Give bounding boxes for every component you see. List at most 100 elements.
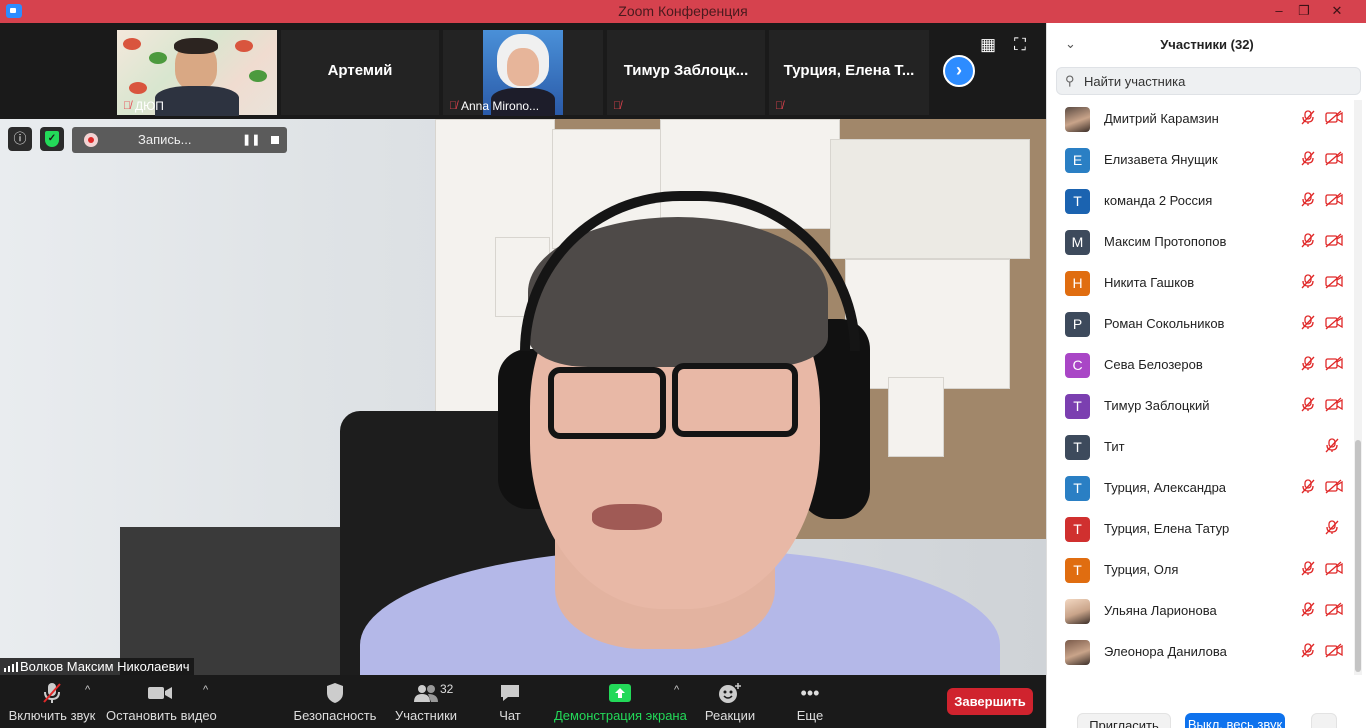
recording-bar: Запись... ❚❚ [72,127,287,153]
next-page-icon[interactable]: › [943,55,975,87]
speaker-name-label: Волков Максим Николаевич [0,658,194,675]
video-off-icon [1325,192,1343,210]
video-camera-icon [106,682,214,704]
thumbnail-caption: Anna Mirono... [461,99,540,113]
avatar: Р [1065,312,1090,337]
participant-row[interactable]: Т Турция, Оля [1047,550,1357,591]
panel-header: ⌄ Участники (32) [1047,23,1366,67]
encryption-shield-icon[interactable]: ✓ [40,127,64,151]
participant-row[interactable]: Т Турция, Александра [1047,468,1357,509]
mic-muted-icon: 🎙̸ [449,100,458,112]
video-off-icon [1325,561,1343,579]
thumbnail-name: Тимур Заблоцк... [623,62,749,79]
participant-row[interactable]: Дмитрий Карамзин [1047,99,1357,140]
avatar: Т [1065,558,1090,583]
share-screen-button[interactable]: Демонстрация экрана [554,675,687,728]
thumbnail-timur[interactable]: Тимур Заблоцк... 🎙̸ [607,30,765,115]
recording-indicator-icon [84,133,98,147]
participant-name: Роман Сокольников [1104,316,1225,331]
reactions-button[interactable]: Реакции [700,675,760,728]
avatar: С [1065,353,1090,378]
thumbnail-name: Артемий [327,62,393,79]
avatar: Т [1065,517,1090,542]
security-button[interactable]: Безопасность [292,675,378,728]
thumbnail-name: Турция, Елена Т... [783,62,915,79]
video-off-icon [1325,233,1343,251]
participants-count: 32 [440,682,454,696]
mic-muted-icon: 🎙̸ [775,100,784,112]
thumbnail-anna[interactable]: 🎙̸ Anna Mirono... [443,30,603,116]
mic-muted-icon: 🎙̸ [123,100,132,112]
thumbnail-dyup[interactable]: 🎙̸ ДЮП 🎙̸ [117,30,293,116]
mic-muted-icon [1325,438,1339,456]
avatar: Н [1065,271,1090,296]
chat-button[interactable]: Чат [485,675,535,728]
share-options-chevron-icon[interactable]: ^ [674,684,679,696]
stop-video-button[interactable]: Остановить видео [106,675,217,728]
video-off-icon [1325,356,1343,374]
avatar: Т [1065,435,1090,460]
video-off-icon [1325,479,1343,497]
mic-muted-icon [1301,110,1315,128]
fullscreen-icon[interactable]: ⛶ [1014,35,1026,55]
background-printer [120,527,370,675]
participant-list: Дмитрий Карамзин Е Елизавета Янущик Ткоманд… [1047,99,1366,673]
participants-panel: ⌄ Участники (32) ⚲ Дмитрий Карамзин Е Елиз… [1046,23,1366,728]
invite-button[interactable]: Пригласить [1077,713,1171,728]
more-button[interactable]: ••• Еще [782,675,838,728]
participant-name: Турция, Елена Татур [1104,521,1230,536]
thumbnail-artemiy[interactable]: Артемий [281,30,439,115]
participant-row[interactable]: Элеонора Данилова [1047,632,1357,673]
participant-row[interactable]: Е Елизавета Янущик [1047,140,1357,181]
mic-muted-icon [1301,561,1315,579]
mute-all-button[interactable]: Выкл. весь звук [1185,713,1285,728]
mic-muted-icon [1301,192,1315,210]
grid-view-icon[interactable]: ▦ [980,35,996,55]
audio-options-chevron-icon[interactable]: ^ [85,684,90,696]
stop-recording-icon[interactable] [266,131,284,149]
video-options-chevron-icon[interactable]: ^ [203,684,208,696]
participant-row[interactable]: С Сева Белозеров [1047,345,1357,386]
participant-row[interactable]: Ткоманда 2 Россия [1047,181,1357,222]
maximize-button[interactable]: ❐ [1287,0,1321,23]
participant-row[interactable]: Р Роман Сокольников [1047,304,1357,345]
mic-muted-icon [1301,479,1315,497]
thumbnail-turkey-elena[interactable]: Турция, Елена Т... 🎙̸ [769,30,929,115]
panel-more-button[interactable]: ... [1311,713,1337,728]
participant-name: Турция, Оля [1104,562,1179,577]
search-input[interactable] [1084,72,1344,90]
avatar: Т [1065,476,1090,501]
participant-row[interactable]: Н Никита Гашков [1047,263,1357,304]
participant-row[interactable]: М Максим Протопопов [1047,222,1357,263]
unmute-button[interactable]: Включить звук [6,675,98,728]
mic-muted-icon [1301,274,1315,292]
avatar: М [1065,230,1090,255]
avatar [1065,640,1090,665]
participant-row[interactable]: Т Тит [1047,427,1357,468]
close-button[interactable]: ✕ [1320,0,1354,23]
participant-name: Тит [1104,439,1125,454]
video-off-icon [1325,110,1343,128]
video-off-icon [1325,274,1343,292]
participant-row[interactable]: Т Тимур Заблоцкий [1047,386,1357,427]
mic-muted-icon [1325,520,1339,538]
video-off-icon [1325,643,1343,661]
panel-title: Участники (32) [1160,37,1254,52]
scrollbar-thumb[interactable] [1355,440,1361,672]
avatar: Т [1065,394,1090,419]
mic-muted-icon [1301,233,1315,251]
shield-icon [292,682,378,704]
participant-row[interactable]: Ульяна Ларионова [1047,591,1357,632]
participant-name: Никита Гашков [1104,275,1195,290]
participant-row[interactable]: Т Турция, Елена Татур [1047,509,1357,550]
thumbnail-caption: ДЮП [135,99,164,113]
active-speaker-video: ⓘ ✓ Запись... ❚❚ Волков Максим Николаеви… [0,119,1046,675]
video-off-icon [1325,151,1343,169]
meeting-info-icon[interactable]: ⓘ [8,127,32,151]
participant-name: команда 2 Россия [1104,193,1213,208]
end-meeting-button[interactable]: Завершить [947,688,1033,715]
pause-recording-icon[interactable]: ❚❚ [242,131,260,149]
mic-muted-icon [1301,643,1315,661]
participant-search[interactable]: ⚲ [1056,67,1361,95]
meeting-toolbar: Включить звук ^ Остановить видео ^ Безоп… [0,675,1046,728]
